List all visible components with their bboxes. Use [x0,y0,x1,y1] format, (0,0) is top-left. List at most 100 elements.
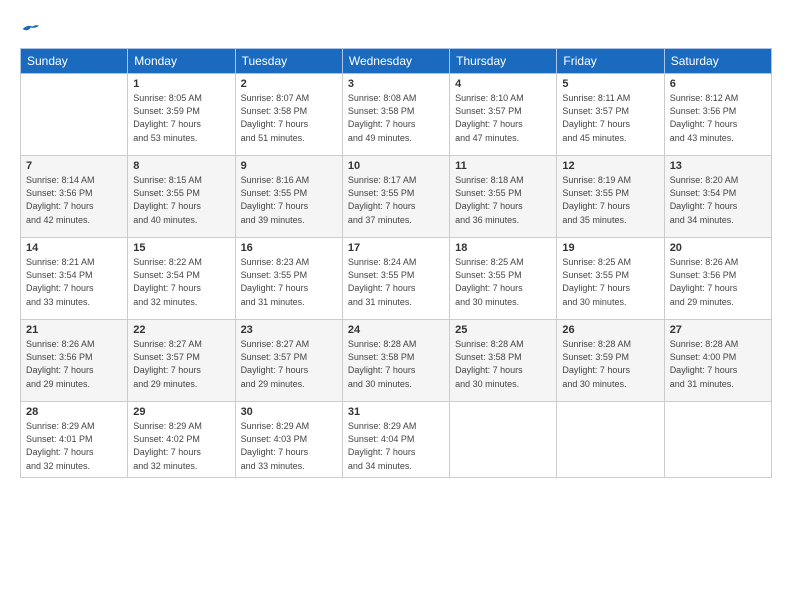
calendar-day-cell: 25 Sunrise: 8:28 AM Sunset: 3:58 PM Dayli… [450,320,557,402]
calendar-week-row: 14 Sunrise: 8:21 AM Sunset: 3:54 PM Dayli… [21,238,772,320]
day-info: Sunrise: 8:28 AM Sunset: 4:00 PM Dayligh… [670,338,766,390]
day-number: 14 [26,242,122,254]
calendar-day-cell: 18 Sunrise: 8:25 AM Sunset: 3:55 PM Dayli… [450,238,557,320]
calendar-day-header: Tuesday [235,49,342,74]
calendar-table: SundayMondayTuesdayWednesdayThursdayFrid… [20,48,772,477]
calendar-week-row: 1Sunrise: 8:05 AM Sunset: 3:59 PM Daylig… [21,74,772,156]
day-info: Sunrise: 8:20 AM Sunset: 3:54 PM Dayligh… [670,174,766,226]
day-info: Sunrise: 8:22 AM Sunset: 3:54 PM Dayligh… [133,256,229,308]
day-number: 17 [348,242,444,254]
calendar-day-cell [450,402,557,477]
day-info: Sunrise: 8:23 AM Sunset: 3:55 PM Dayligh… [241,256,337,308]
day-info: Sunrise: 8:08 AM Sunset: 3:58 PM Dayligh… [348,92,444,144]
day-info: Sunrise: 8:07 AM Sunset: 3:58 PM Dayligh… [241,92,337,144]
day-number: 31 [348,406,444,418]
calendar-day-header: Monday [128,49,235,74]
day-number: 15 [133,242,229,254]
day-info: Sunrise: 8:29 AM Sunset: 4:04 PM Dayligh… [348,420,444,472]
calendar-day-cell: 11 Sunrise: 8:18 AM Sunset: 3:55 PM Dayli… [450,156,557,238]
day-number: 21 [26,324,122,336]
calendar-day-cell: 13 Sunrise: 8:20 AM Sunset: 3:54 PM Dayli… [664,156,771,238]
calendar-day-cell: 19Sunrise: 8:25 AM Sunset: 3:55 PM Dayli… [557,238,664,320]
calendar-day-cell: 5 Sunrise: 8:11 AM Sunset: 3:57 PM Daylig… [557,74,664,156]
day-number: 9 [241,160,337,172]
day-info: Sunrise: 8:10 AM Sunset: 3:57 PM Dayligh… [455,92,551,144]
day-number: 5 [562,78,658,90]
day-info: Sunrise: 8:24 AM Sunset: 3:55 PM Dayligh… [348,256,444,308]
day-info: Sunrise: 8:25 AM Sunset: 3:55 PM Dayligh… [562,256,658,308]
calendar-day-cell: 28 Sunrise: 8:29 AM Sunset: 4:01 PM Dayli… [21,402,128,477]
day-number: 2 [241,78,337,90]
day-info: Sunrise: 8:11 AM Sunset: 3:57 PM Dayligh… [562,92,658,144]
day-number: 12 [562,160,658,172]
calendar-day-header: Thursday [450,49,557,74]
day-number: 18 [455,242,551,254]
day-info: Sunrise: 8:28 AM Sunset: 3:59 PM Dayligh… [562,338,658,390]
header [20,18,772,38]
day-number: 28 [26,406,122,418]
calendar-day-cell: 15 Sunrise: 8:22 AM Sunset: 3:54 PM Dayli… [128,238,235,320]
day-info: Sunrise: 8:28 AM Sunset: 3:58 PM Dayligh… [348,338,444,390]
calendar-day-cell: 16Sunrise: 8:23 AM Sunset: 3:55 PM Dayli… [235,238,342,320]
calendar-day-cell [557,402,664,477]
calendar-day-header: Saturday [664,49,771,74]
calendar-day-cell: 14 Sunrise: 8:21 AM Sunset: 3:54 PM Dayli… [21,238,128,320]
calendar-week-row: 28 Sunrise: 8:29 AM Sunset: 4:01 PM Dayli… [21,402,772,477]
calendar-day-cell: 31 Sunrise: 8:29 AM Sunset: 4:04 PM Dayli… [342,402,449,477]
day-number: 20 [670,242,766,254]
day-number: 24 [348,324,444,336]
day-number: 26 [562,324,658,336]
day-number: 1 [133,78,229,90]
day-number: 13 [670,160,766,172]
calendar-day-header: Wednesday [342,49,449,74]
calendar-day-cell: 4Sunrise: 8:10 AM Sunset: 3:57 PM Daylig… [450,74,557,156]
day-info: Sunrise: 8:29 AM Sunset: 4:01 PM Dayligh… [26,420,122,472]
day-number: 7 [26,160,122,172]
day-number: 27 [670,324,766,336]
calendar-day-cell: 17 Sunrise: 8:24 AM Sunset: 3:55 PM Dayli… [342,238,449,320]
day-info: Sunrise: 8:14 AM Sunset: 3:56 PM Dayligh… [26,174,122,226]
day-info: Sunrise: 8:26 AM Sunset: 3:56 PM Dayligh… [26,338,122,390]
calendar-day-cell: 20 Sunrise: 8:26 AM Sunset: 3:56 PM Dayli… [664,238,771,320]
day-number: 8 [133,160,229,172]
day-number: 10 [348,160,444,172]
day-info: Sunrise: 8:18 AM Sunset: 3:55 PM Dayligh… [455,174,551,226]
day-info: Sunrise: 8:19 AM Sunset: 3:55 PM Dayligh… [562,174,658,226]
calendar-day-cell: 27 Sunrise: 8:28 AM Sunset: 4:00 PM Dayli… [664,320,771,402]
day-number: 29 [133,406,229,418]
day-info: Sunrise: 8:28 AM Sunset: 3:58 PM Dayligh… [455,338,551,390]
calendar-day-cell [21,74,128,156]
calendar-week-row: 21 Sunrise: 8:26 AM Sunset: 3:56 PM Dayli… [21,320,772,402]
day-info: Sunrise: 8:15 AM Sunset: 3:55 PM Dayligh… [133,174,229,226]
day-info: Sunrise: 8:27 AM Sunset: 3:57 PM Dayligh… [241,338,337,390]
calendar-header-row: SundayMondayTuesdayWednesdayThursdayFrid… [21,49,772,74]
calendar-day-cell: 3Sunrise: 8:08 AM Sunset: 3:58 PM Daylig… [342,74,449,156]
calendar-day-cell: 10Sunrise: 8:17 AM Sunset: 3:55 PM Dayli… [342,156,449,238]
day-number: 25 [455,324,551,336]
day-number: 6 [670,78,766,90]
calendar-day-cell: 22Sunrise: 8:27 AM Sunset: 3:57 PM Dayli… [128,320,235,402]
calendar-day-cell: 2 Sunrise: 8:07 AM Sunset: 3:58 PM Daylig… [235,74,342,156]
calendar-day-cell: 7 Sunrise: 8:14 AM Sunset: 3:56 PM Daylig… [21,156,128,238]
calendar-day-cell: 24 Sunrise: 8:28 AM Sunset: 3:58 PM Dayli… [342,320,449,402]
calendar-day-cell: 9Sunrise: 8:16 AM Sunset: 3:55 PM Daylig… [235,156,342,238]
calendar-day-cell: 23 Sunrise: 8:27 AM Sunset: 3:57 PM Dayli… [235,320,342,402]
calendar-day-cell: 12 Sunrise: 8:19 AM Sunset: 3:55 PM Dayli… [557,156,664,238]
day-number: 30 [241,406,337,418]
day-info: Sunrise: 8:12 AM Sunset: 3:56 PM Dayligh… [670,92,766,144]
calendar-week-row: 7 Sunrise: 8:14 AM Sunset: 3:56 PM Daylig… [21,156,772,238]
day-info: Sunrise: 8:25 AM Sunset: 3:55 PM Dayligh… [455,256,551,308]
logo [20,18,39,38]
day-info: Sunrise: 8:21 AM Sunset: 3:54 PM Dayligh… [26,256,122,308]
calendar-day-cell: 29 Sunrise: 8:29 AM Sunset: 4:02 PM Dayli… [128,402,235,477]
day-number: 11 [455,160,551,172]
calendar-day-cell: 21 Sunrise: 8:26 AM Sunset: 3:56 PM Dayli… [21,320,128,402]
calendar-day-cell: 30Sunrise: 8:29 AM Sunset: 4:03 PM Dayli… [235,402,342,477]
page: SundayMondayTuesdayWednesdayThursdayFrid… [0,0,792,612]
calendar-day-header: Friday [557,49,664,74]
calendar-day-cell: 26 Sunrise: 8:28 AM Sunset: 3:59 PM Dayli… [557,320,664,402]
day-info: Sunrise: 8:26 AM Sunset: 3:56 PM Dayligh… [670,256,766,308]
day-number: 22 [133,324,229,336]
day-info: Sunrise: 8:29 AM Sunset: 4:02 PM Dayligh… [133,420,229,472]
day-number: 23 [241,324,337,336]
